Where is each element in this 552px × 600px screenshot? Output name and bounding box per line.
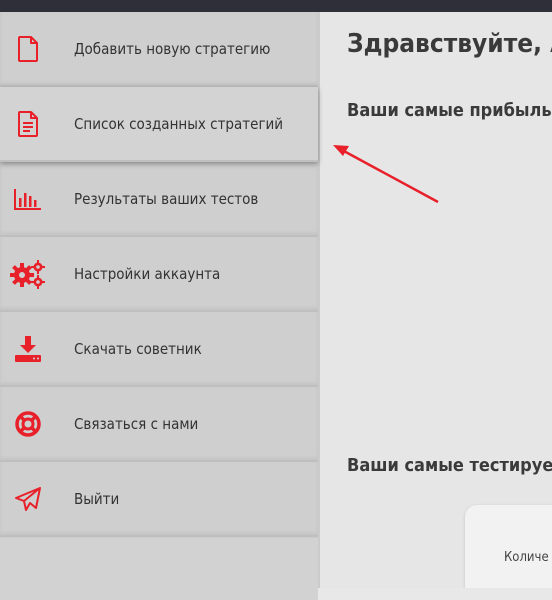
page-title: Здравствуйте, А [347, 29, 552, 59]
main-content: Здравствуйте, А Ваши самые прибыль Ваши … [320, 12, 552, 588]
top-bar [0, 0, 552, 12]
sidebar-item-download-advisor[interactable]: Скачать советник [0, 312, 318, 387]
sidebar-item-label: Связаться с нами [74, 415, 199, 433]
sidebar-item-add-strategy[interactable]: Добавить новую стратегию [0, 12, 318, 87]
gears-icon [10, 259, 46, 289]
download-icon [10, 334, 46, 364]
sidebar-item-account-settings[interactable]: Настройки аккаунта [0, 237, 318, 312]
paper-plane-icon [10, 484, 46, 514]
file-icon [10, 34, 46, 64]
sidebar-item-label: Добавить новую стратегию [74, 40, 271, 58]
annotation-arrow [333, 145, 439, 204]
sidebar: Добавить новую стратегию Список созданны… [0, 12, 321, 600]
lifebuoy-icon [10, 409, 46, 439]
sidebar-item-contact-us[interactable]: Связаться с нами [0, 387, 318, 462]
stats-card-label: Количе [504, 550, 549, 565]
sidebar-item-label: Результаты ваших тестов [74, 190, 259, 208]
document-list-icon [10, 109, 46, 139]
sidebar-item-logout[interactable]: Выйти [0, 462, 318, 537]
stats-card: Количе [465, 505, 552, 588]
section-title-most-tested: Ваши самые тестируе [347, 455, 552, 476]
sidebar-item-label: Выйти [74, 490, 120, 508]
sidebar-item-strategy-list[interactable]: Список созданных стратегий [0, 87, 318, 162]
sidebar-item-label: Настройки аккаунта [74, 265, 221, 283]
bar-chart-icon [10, 184, 46, 214]
section-title-most-profitable: Ваши самые прибыль [347, 100, 552, 121]
sidebar-item-label: Список созданных стратегий [74, 115, 284, 133]
sidebar-item-label: Скачать советник [74, 340, 202, 358]
sidebar-item-test-results[interactable]: Результаты ваших тестов [0, 162, 318, 237]
sidebar-empty-area [0, 538, 318, 600]
